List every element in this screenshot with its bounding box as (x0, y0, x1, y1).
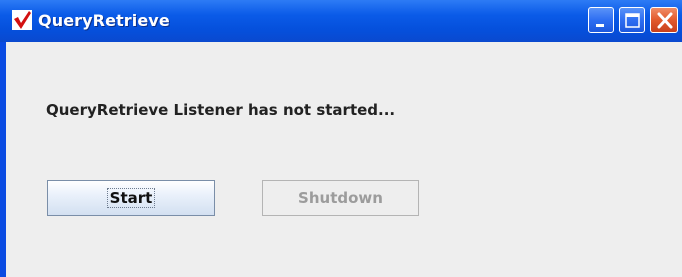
start-button-label: Start (106, 188, 156, 208)
close-icon (657, 12, 673, 29)
title-bar[interactable]: QueryRetrieve (0, 0, 682, 42)
maximize-button[interactable] (619, 7, 645, 33)
minimize-button[interactable] (588, 7, 614, 33)
shutdown-button-label: Shutdown (298, 189, 383, 207)
window-title: QueryRetrieve (38, 11, 170, 30)
status-label: QueryRetrieve Listener has not started..… (46, 101, 396, 119)
shutdown-button[interactable]: Shutdown (262, 180, 419, 216)
maximize-icon (625, 13, 640, 28)
main-panel: QueryRetrieve Listener has not started..… (6, 42, 682, 277)
start-button[interactable]: Start (47, 180, 215, 216)
application-window: QueryRetrieve QueryRetrieve Listener has… (0, 0, 682, 277)
app-logo-icon (12, 10, 32, 30)
close-button[interactable] (650, 7, 678, 33)
minimize-icon (596, 24, 604, 27)
